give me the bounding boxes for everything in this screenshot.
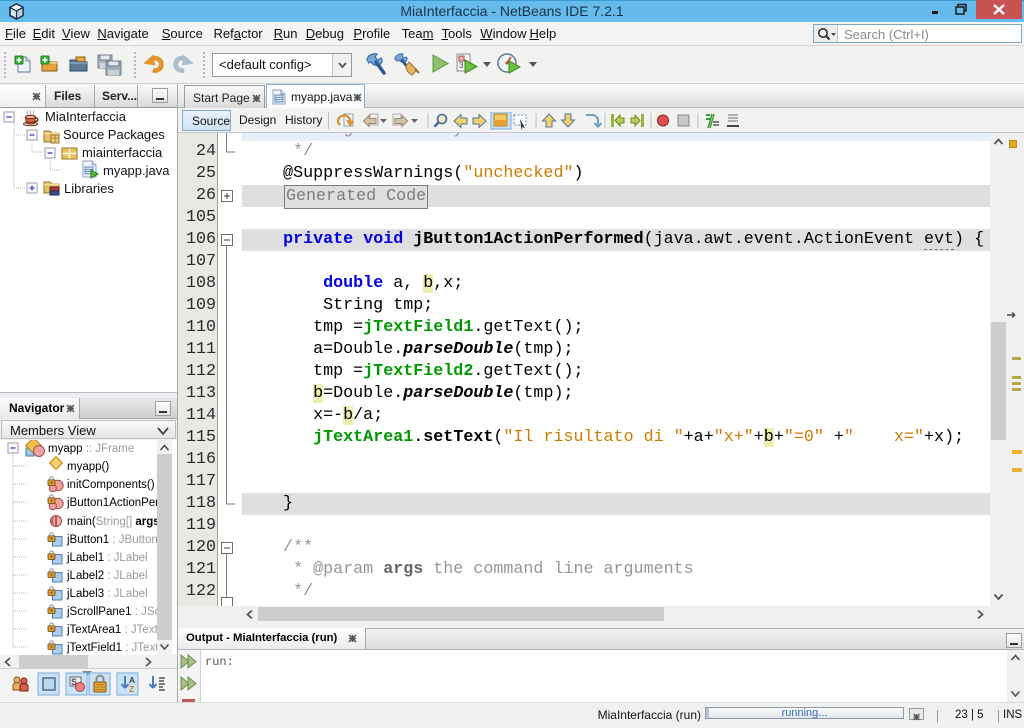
svg-text:jScrollPane1 : JScr: jScrollPane1 : JScr: [66, 606, 157, 618]
svg-text:jButton1 : JButton: jButton1 : JButton: [66, 534, 157, 546]
svg-text:Libraries: Libraries: [64, 181, 114, 196]
svg-text:jTextField1 : JText: jTextField1 : JText: [66, 642, 157, 654]
svg-text:myapp(): myapp(): [67, 461, 109, 473]
svg-text:initComponents(): initComponents(): [67, 479, 155, 491]
svg-text:miainterfaccia: miainterfaccia: [82, 145, 163, 160]
svg-text:jTextArea1 : JText: jTextArea1 : JText: [66, 624, 157, 636]
svg-text:Z: Z: [129, 684, 134, 694]
svg-text:3: 3: [459, 61, 464, 70]
svg-text:main(String[] args): main(String[] args): [67, 516, 157, 528]
svg-text:jLabel1 : JLabel: jLabel1 : JLabel: [66, 552, 148, 564]
svg-text:jLabel3 : JLabel: jLabel3 : JLabel: [66, 588, 148, 600]
svg-text:myapp :: JFrame: myapp :: JFrame: [48, 443, 134, 455]
svg-text:MiaInterfaccia: MiaInterfaccia: [45, 109, 127, 124]
svg-text:jLabel2 : JLabel: jLabel2 : JLabel: [66, 570, 148, 582]
svg-text:myapp.java: myapp.java: [103, 163, 170, 178]
svg-text:Source Packages: Source Packages: [63, 127, 165, 142]
svg-text:jButton1ActionPerf: jButton1ActionPerf: [66, 497, 157, 509]
